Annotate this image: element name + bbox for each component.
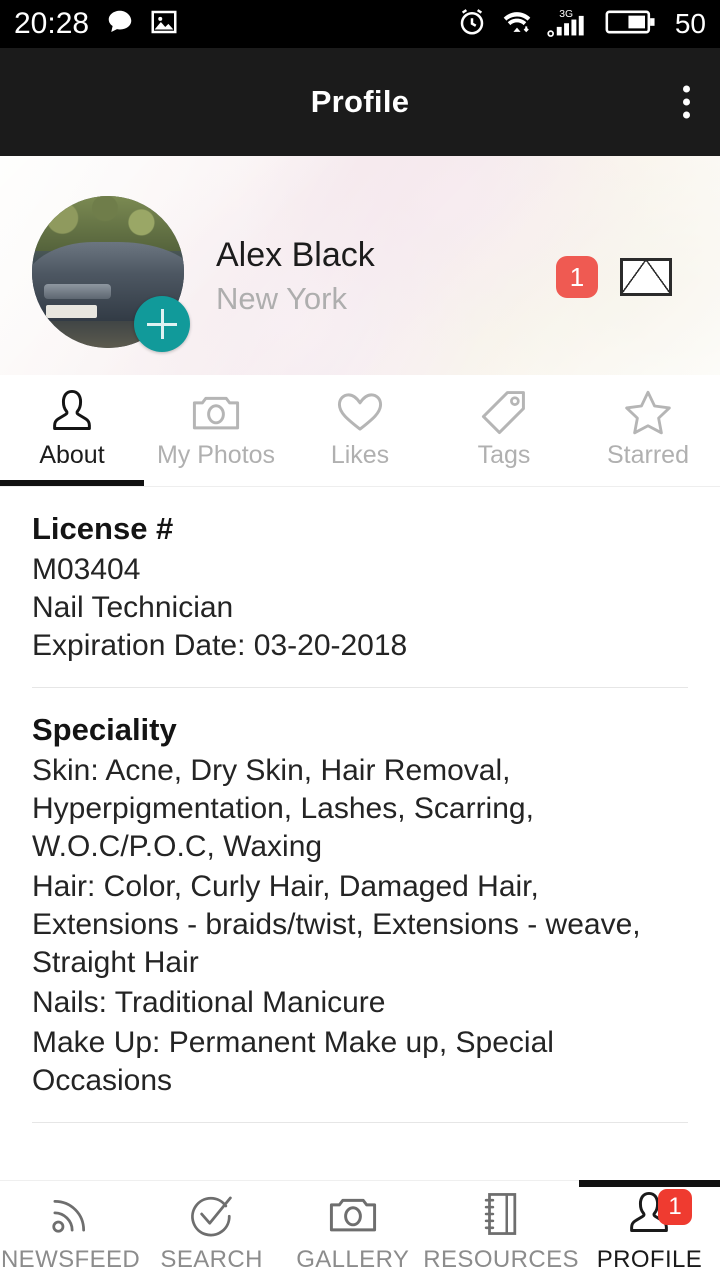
rss-icon (48, 1188, 94, 1240)
phone-screen: 20:28 3G 50 Profile Alex Black New York … (0, 0, 720, 1280)
heart-icon (336, 387, 384, 437)
profile-tabs: About My Photos Likes Tags Starred (0, 375, 720, 487)
nav-item-gallery[interactable]: GALLERY (282, 1181, 423, 1280)
camera-icon (328, 1188, 378, 1240)
star-icon (623, 387, 673, 437)
speciality-skin: Skin: Acne, Dry Skin, Hair Removal, Hype… (32, 754, 534, 863)
profile-name: Alex Black (216, 236, 375, 274)
tab-indicator (0, 480, 144, 486)
check-circle-icon (189, 1188, 235, 1240)
speciality-hair: Hair: Color, Curly Hair, Damaged Hair, E… (32, 870, 641, 979)
svg-text:3G: 3G (559, 9, 573, 20)
avatar-photo-plate (45, 305, 98, 318)
tab-indicator (144, 480, 288, 486)
speciality-section: Speciality Skin: Acne, Dry Skin, Hair Re… (32, 688, 688, 1100)
tab-my-photos[interactable]: My Photos (144, 375, 288, 486)
menu-dot (683, 98, 690, 106)
status-time: 20:28 (14, 7, 90, 40)
tag-icon (480, 387, 528, 437)
wifi-icon (501, 7, 533, 42)
nav-item-resources[interactable]: RESOURCES (423, 1181, 579, 1280)
nav-label: NEWSFEED (0, 1245, 141, 1273)
status-left-icons (105, 7, 179, 42)
license-number: M03404 (32, 553, 141, 586)
tab-tags[interactable]: Tags (432, 375, 576, 486)
overflow-menu-icon[interactable] (675, 78, 698, 127)
status-right-icons: 3G 50 (457, 6, 706, 43)
tab-label: Tags (477, 441, 531, 469)
nav-label: PROFILE (596, 1245, 703, 1273)
speciality-title: Speciality (32, 712, 177, 747)
battery-icon (605, 8, 657, 41)
tab-label: Starred (607, 441, 689, 469)
nav-indicator (141, 1180, 282, 1187)
tab-starred[interactable]: Starred (576, 375, 720, 486)
alarm-icon (457, 7, 487, 42)
speciality-makeup: Make Up: Permanent Make up, Special Occa… (32, 1026, 554, 1097)
notebook-icon (481, 1188, 521, 1240)
message-badge: 1 (556, 256, 598, 298)
status-bar: 20:28 3G 50 (0, 0, 720, 48)
avatar-photo-grille (44, 284, 112, 300)
messages-area[interactable]: 1 (556, 256, 672, 298)
nav-item-profile[interactable]: PROFILE 1 (578, 1180, 720, 1280)
nav-item-search[interactable]: SEARCH (141, 1181, 282, 1280)
speciality-nails: Nails: Traditional Manicure (32, 986, 386, 1019)
tab-indicator (432, 480, 576, 486)
chat-bubble-icon (105, 7, 135, 42)
license-profession: Nail Technician (32, 591, 234, 624)
avatar-container[interactable] (32, 196, 190, 352)
tab-indicator (288, 480, 432, 486)
nav-indicator (0, 1180, 141, 1187)
nav-indicator (282, 1180, 423, 1187)
about-content: License # M03404 Nail Technician Expirat… (0, 487, 720, 1123)
license-section: License # M03404 Nail Technician Expirat… (32, 487, 688, 665)
envelope-icon[interactable] (620, 258, 672, 296)
nav-label: SEARCH (160, 1245, 263, 1273)
tab-likes[interactable]: Likes (288, 375, 432, 486)
nav-indicator (423, 1180, 579, 1187)
tab-label: Likes (330, 441, 390, 469)
tab-about[interactable]: About (0, 375, 144, 486)
nav-badge: 1 (658, 1189, 693, 1225)
bottom-navigation: NEWSFEED SEARCH GALLERY RESOURCES PROFIL… (0, 1180, 720, 1280)
app-bar: Profile (0, 48, 720, 156)
tab-label: My Photos (156, 441, 276, 469)
camera-icon (191, 387, 241, 437)
section-divider (32, 1122, 688, 1123)
nav-item-newsfeed[interactable]: NEWSFEED (0, 1181, 141, 1280)
menu-dot (683, 111, 690, 119)
person-icon (49, 387, 95, 437)
menu-dot (683, 85, 690, 93)
profile-location: New York (216, 281, 347, 316)
tab-label: About (39, 441, 105, 469)
license-expiration: Expiration Date: 03-20-2018 (32, 629, 408, 662)
image-icon (149, 7, 179, 42)
battery-percent-label: 50 (674, 8, 706, 39)
tab-indicator (576, 480, 720, 486)
page-title: Profile (310, 84, 410, 119)
add-photo-button[interactable] (134, 296, 190, 352)
signal-3g-icon: 3G (547, 6, 591, 43)
license-title: License # (32, 511, 174, 546)
nav-indicator (578, 1180, 720, 1187)
nav-label: GALLERY (296, 1245, 410, 1273)
nav-label: RESOURCES (423, 1245, 579, 1273)
